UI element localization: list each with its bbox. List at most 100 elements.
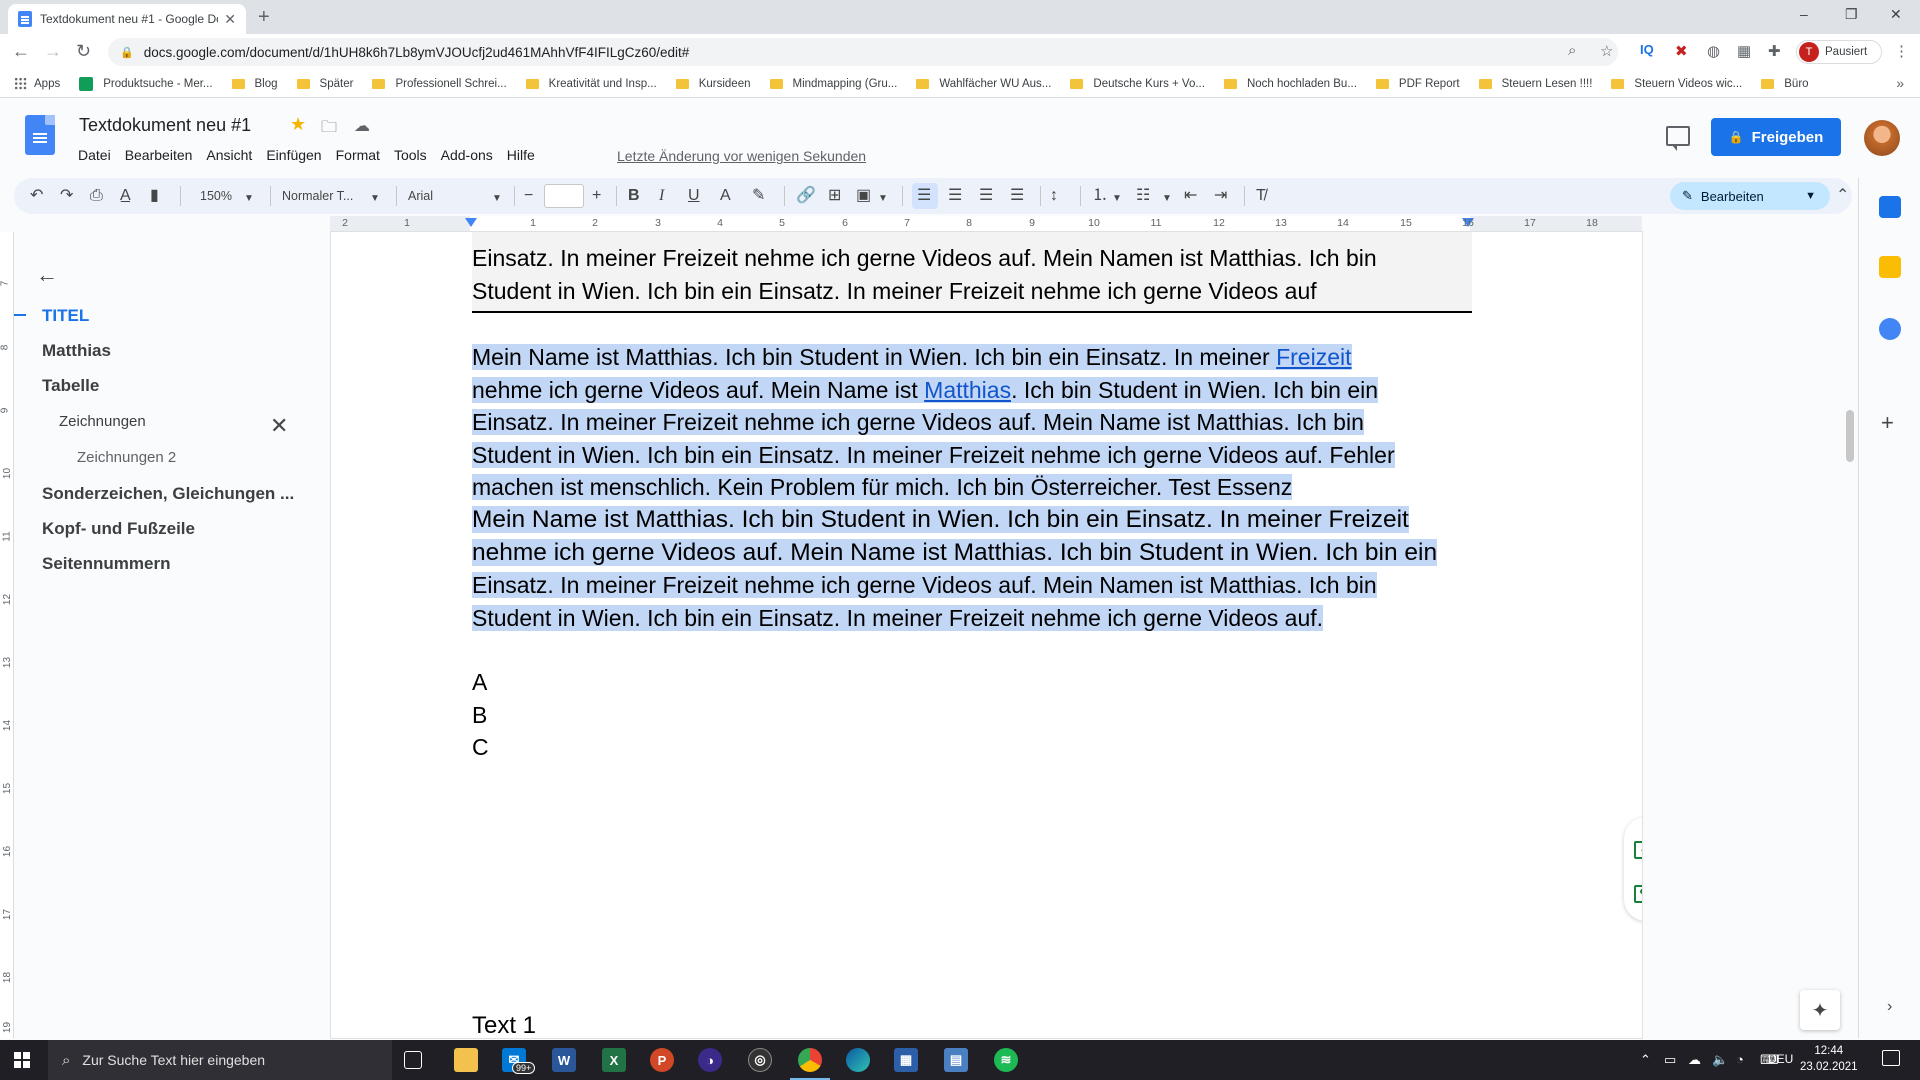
menu-tools[interactable]: Tools — [387, 147, 434, 163]
highlight-color-icon[interactable]: ✎ — [752, 187, 765, 205]
back-icon[interactable]: ← — [12, 41, 30, 62]
file-explorer-icon[interactable] — [454, 1048, 478, 1072]
browser-menu-icon[interactable]: ⋮ — [1894, 42, 1909, 60]
network-icon[interactable]: ◔ — [1736, 1052, 1744, 1067]
clear-formatting-icon[interactable]: T̸ — [1256, 187, 1266, 205]
windows-start-icon[interactable] — [14, 1052, 30, 1068]
obs-icon[interactable]: ◎ — [748, 1048, 772, 1072]
bookmark-star-icon[interactable]: ☆ — [1600, 42, 1613, 60]
bookmark-item[interactable]: Professionell Schrei... — [372, 78, 507, 90]
more-bookmarks-icon[interactable]: » — [1896, 75, 1904, 91]
chevron-down-icon[interactable]: ▼ — [1162, 190, 1172, 208]
powerpoint-icon[interactable]: P — [650, 1048, 674, 1072]
outline-item-zeichnungen-2[interactable]: Zeichnungen 2 — [77, 449, 176, 466]
bookmark-item[interactable]: Wahlfächer WU Aus... — [916, 78, 1051, 90]
numbered-list-icon[interactable]: ⒈ — [1092, 187, 1108, 205]
increase-indent-icon[interactable]: ⇥ — [1214, 187, 1227, 205]
move-folder-icon[interactable]: 🗀 — [321, 116, 337, 143]
paragraph-selected-2[interactable]: Mein Name ist Matthias. Ich bin Student … — [472, 503, 1472, 635]
align-right-icon[interactable]: ☰ — [979, 187, 993, 205]
extension-globe-icon[interactable]: ◍ — [1707, 42, 1720, 60]
bookmark-item[interactable]: Steuern Videos wic... — [1611, 78, 1742, 90]
chevron-down-icon[interactable]: ▼ — [244, 190, 254, 208]
cloud-saved-icon[interactable]: ☁ — [354, 116, 370, 136]
editing-mode-button[interactable]: ✎ Bearbeiten ▼ — [1670, 182, 1830, 210]
left-indent-marker[interactable] — [465, 218, 477, 227]
volume-icon[interactable]: 🔈 — [1712, 1052, 1728, 1068]
bookmark-item[interactable]: Später — [296, 78, 353, 90]
menu-einfuegen[interactable]: Einfügen — [259, 147, 328, 163]
paragraph-style-select[interactable]: Normaler T... — [282, 186, 353, 206]
minimize-icon[interactable]: – — [1800, 6, 1808, 22]
chevron-down-icon[interactable]: ▼ — [492, 190, 502, 208]
keep-icon[interactable] — [1879, 256, 1901, 278]
decrease-indent-icon[interactable]: ⇤ — [1184, 187, 1197, 205]
bookmark-item[interactable]: Mindmapping (Gru... — [769, 78, 897, 90]
insert-link-icon[interactable]: 🔗 — [796, 187, 816, 205]
extension-blocker-icon[interactable]: ✖ — [1675, 42, 1688, 60]
close-tab-icon[interactable]: ✕ — [224, 11, 236, 28]
clock[interactable]: 12:44 23.02.2021 — [1800, 1043, 1858, 1075]
outline-item-sonderzeichen[interactable]: Sonderzeichen, Gleichungen ... — [42, 484, 294, 504]
google-docs-logo-icon[interactable] — [25, 115, 55, 155]
align-left-icon[interactable]: ☰ — [917, 187, 931, 205]
excel-icon[interactable]: X — [602, 1048, 626, 1072]
table-cell-text[interactable]: Einsatz. In meiner Freizeit nehme ich ge… — [472, 242, 1472, 307]
zoom-select[interactable]: 150% — [200, 186, 232, 206]
underline-icon[interactable]: U — [688, 187, 700, 205]
url-input[interactable]: 🔒 docs.google.com/document/d/1hUH8k6h7Lb… — [108, 38, 1618, 66]
outline-item-seitennummern[interactable]: Seitennummern — [42, 554, 170, 574]
notification-center-icon[interactable] — [1882, 1050, 1900, 1066]
align-center-icon[interactable]: ☰ — [948, 187, 962, 205]
zoom-icon[interactable]: ⌕ — [1568, 42, 1576, 59]
comment-history-icon[interactable] — [1666, 126, 1690, 151]
chevron-down-icon[interactable]: ▼ — [1112, 190, 1122, 208]
collapse-menus-icon[interactable]: ⌃ — [1836, 187, 1849, 205]
menu-datei[interactable]: Datei — [71, 147, 118, 163]
menu-addons[interactable]: Add-ons — [434, 147, 500, 163]
redo-icon[interactable]: ↷ — [60, 187, 73, 205]
calculator-app-icon[interactable]: ▦ — [894, 1048, 918, 1072]
bookmark-item[interactable]: Noch hochladen Bu... — [1223, 78, 1357, 90]
paint-format-icon[interactable]: ▮ — [150, 187, 159, 205]
menu-bearbeiten[interactable]: Bearbeiten — [118, 147, 200, 163]
bulleted-list-icon[interactable]: ☷ — [1136, 187, 1150, 205]
outline-item-titel[interactable]: TITEL — [42, 306, 89, 326]
add-comment-icon[interactable]: + — [1634, 841, 1642, 859]
line-spacing-icon[interactable]: ↕ — [1050, 187, 1058, 205]
text-color-icon[interactable]: A — [720, 187, 731, 205]
tray-device-icon[interactable]: ▭ — [1664, 1052, 1676, 1068]
extension-iq-icon[interactable]: IQ — [1640, 42, 1654, 57]
taskbar-search-input[interactable]: ⌕ Zur Suche Text hier eingeben — [48, 1040, 392, 1080]
chevron-down-icon[interactable]: ▼ — [878, 190, 888, 208]
bookmark-item[interactable]: Steuern Lesen !!!! — [1478, 78, 1592, 90]
tray-chevron-icon[interactable]: ⌃ — [1640, 1052, 1651, 1068]
bookmark-item[interactable]: Kreativität und Insp... — [525, 78, 657, 90]
bookmark-item[interactable]: Kursideen — [675, 78, 751, 90]
tasks-icon[interactable] — [1879, 318, 1901, 340]
vertical-scrollbar[interactable] — [1846, 410, 1854, 462]
app-icon[interactable]: ◑ — [698, 1048, 722, 1072]
notes-app-icon[interactable]: ▤ — [944, 1048, 968, 1072]
italic-icon[interactable]: I — [659, 187, 664, 205]
outline-item-zeichnungen[interactable]: Zeichnungen — [59, 413, 146, 430]
bookmark-item[interactable]: Deutsche Kurs + Vo... — [1070, 78, 1205, 90]
spellcheck-icon[interactable]: A̲ — [120, 187, 131, 205]
font-size-input[interactable] — [544, 184, 584, 208]
menu-format[interactable]: Format — [329, 147, 387, 163]
outline-item-tabelle[interactable]: Tabelle — [42, 376, 99, 396]
get-addons-plus-icon[interactable]: + — [1881, 410, 1894, 436]
close-outline-arrow-icon[interactable]: ← — [36, 262, 58, 288]
new-tab-icon[interactable]: + — [258, 6, 270, 29]
decrease-font-size-icon[interactable]: − — [524, 187, 533, 205]
explore-icon[interactable]: ✦ — [1800, 990, 1840, 1030]
link-matthias[interactable]: Matthias — [924, 376, 1012, 403]
bookmark-apps[interactable]: Apps — [14, 77, 60, 90]
remove-from-outline-icon[interactable]: ✕ — [270, 413, 288, 439]
document-title[interactable]: Textdokument neu #1 — [79, 115, 251, 136]
forward-icon[interactable]: → — [44, 41, 62, 62]
chrome-icon[interactable] — [798, 1048, 822, 1072]
menu-ansicht[interactable]: Ansicht — [199, 147, 259, 163]
bookmark-item[interactable]: Büro — [1761, 78, 1809, 90]
increase-font-size-icon[interactable]: + — [592, 187, 601, 205]
